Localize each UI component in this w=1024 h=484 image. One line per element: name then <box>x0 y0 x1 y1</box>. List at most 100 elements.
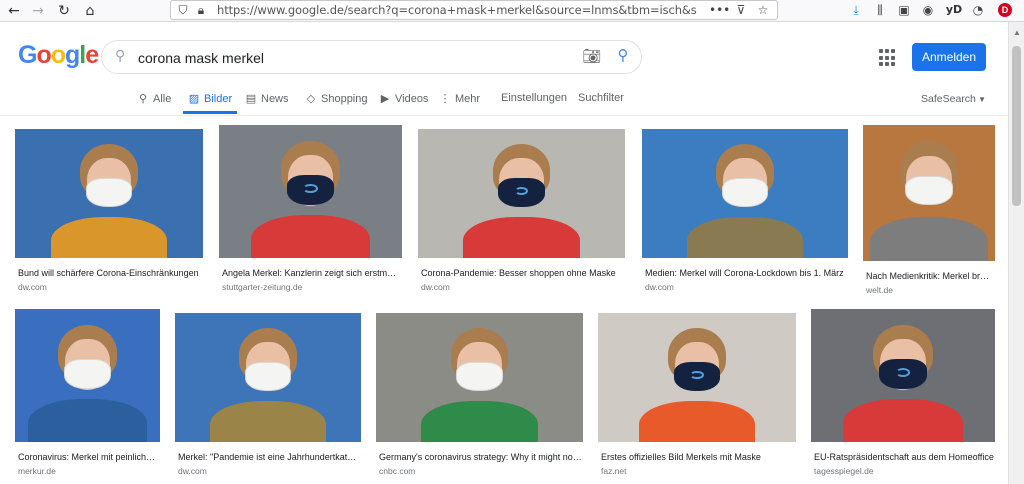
result-title[interactable]: Bund will schärfere Corona-Einschränkung… <box>18 268 202 278</box>
result-title[interactable]: Erstes offizielles Bild Merkels mit Mask… <box>601 452 795 462</box>
image-result[interactable]: Bund will schärfere Corona-Einschränkung… <box>15 129 203 292</box>
profile-badge[interactable]: D <box>998 3 1012 17</box>
person-figure <box>598 313 796 442</box>
shield-icon[interactable]: ⛉ <box>175 2 191 18</box>
result-thumbnail[interactable] <box>15 129 203 258</box>
person-figure <box>811 309 995 442</box>
bookmark-star-icon[interactable]: ☆ <box>755 2 771 18</box>
result-domain[interactable]: dw.com <box>645 282 674 292</box>
result-thumbnail[interactable] <box>863 125 995 261</box>
tab-alle[interactable]: ⚲ Alle <box>136 92 171 114</box>
search-input[interactable] <box>138 48 568 68</box>
account-icon[interactable]: ◉ <box>920 2 936 18</box>
tab-bilder[interactable]: ▨ Bilder <box>183 92 238 114</box>
sidebar-icon[interactable]: ▣ <box>896 2 912 18</box>
face-mask <box>456 361 503 391</box>
result-thumbnail[interactable] <box>418 129 625 258</box>
search-box[interactable]: ⚲ 📷︎ ⚲ <box>101 40 642 74</box>
result-domain[interactable]: tagesspiegel.de <box>814 466 874 476</box>
reload-icon[interactable]: ↻ <box>54 1 74 21</box>
back-icon[interactable]: ← <box>4 1 24 21</box>
result-title[interactable]: Corona-Pandemie: Besser shoppen ohne Mas… <box>421 268 624 278</box>
safesearch-label: SafeSearch <box>921 93 976 105</box>
result-title[interactable]: Nach Medienkritik: Merkel braucht länger <box>866 271 994 281</box>
play-icon: ▶ <box>380 92 390 105</box>
page-scrollbar[interactable]: ▲ <box>1008 22 1024 484</box>
image-result[interactable]: EU-Ratspräsidentschaft aus dem Homeoffic… <box>811 309 995 476</box>
tab-label: Bilder <box>204 93 233 105</box>
forward-icon[interactable]: → <box>28 1 48 21</box>
extension-icon[interactable]: ◔ <box>970 2 986 18</box>
image-result[interactable]: Merkel: "Pandemie ist eine Jahrhundertka… <box>175 313 361 476</box>
tab-einstellungen[interactable]: Einstellungen <box>501 92 567 114</box>
result-domain[interactable]: faz.net <box>601 466 627 476</box>
tab-suchfilter[interactable]: Suchfilter <box>578 92 624 114</box>
tab-label: Alle <box>153 93 172 105</box>
result-thumbnail[interactable] <box>175 313 361 442</box>
face-mask <box>721 177 769 207</box>
google-logo[interactable]: Google <box>18 41 99 70</box>
signin-button[interactable]: Anmelden <box>912 43 986 71</box>
result-title[interactable]: Germany's coronavirus strategy: Why it m… <box>379 452 582 462</box>
url-text[interactable]: https://www.google.de/search?q=corona+ma… <box>217 3 697 17</box>
face-mask <box>244 361 292 391</box>
image-result[interactable]: Nach Medienkritik: Merkel braucht länger… <box>863 125 995 295</box>
image-result[interactable]: Angela Merkel: Kanzlerin zeigt sich erst… <box>219 125 402 292</box>
image-result[interactable]: Erstes offizielles Bild Merkels mit Mask… <box>598 313 796 476</box>
result-thumbnail[interactable] <box>15 309 160 442</box>
download-icon[interactable]: ⤓ <box>848 2 864 18</box>
search-tabs: ⚲ Alle ▨ Bilder ▤ News ◇ Shopping ▶ Videos ⋮ M… <box>0 88 1008 116</box>
camera-icon[interactable]: 📷︎ <box>582 47 602 67</box>
person-figure <box>418 129 625 258</box>
tab-mehr[interactable]: ⋮ Mehr <box>438 92 481 114</box>
tab-videos[interactable]: ▶ Videos <box>378 92 429 114</box>
tab-label: Shopping <box>321 93 368 105</box>
tab-label: Videos <box>395 93 429 105</box>
tag-icon: ◇ <box>306 92 316 105</box>
image-result[interactable]: Medien: Merkel will Corona-Lockdown bis … <box>642 129 848 292</box>
tab-news[interactable]: ▤ News <box>244 92 289 114</box>
image-result[interactable]: Corona-Pandemie: Besser shoppen ohne Mas… <box>418 129 625 292</box>
caret-down-icon: ▼ <box>975 95 987 104</box>
scroll-up-icon[interactable]: ▲ <box>1013 28 1021 37</box>
result-title[interactable]: Coronavirus: Merkel mit peinlichem Fehle… <box>18 452 159 462</box>
result-thumbnail[interactable] <box>642 129 848 258</box>
result-domain[interactable]: dw.com <box>178 466 207 476</box>
result-title[interactable]: Angela Merkel: Kanzlerin zeigt sich erst… <box>222 268 401 278</box>
result-domain[interactable]: cnbc.com <box>379 466 415 476</box>
face-mask <box>673 361 721 391</box>
person-figure <box>175 313 361 442</box>
pocket-icon[interactable]: ⊽ <box>733 2 749 18</box>
lock-icon: 🔒︎ <box>197 3 205 17</box>
apps-grid-icon[interactable] <box>879 49 897 67</box>
image-result[interactable]: Coronavirus: Merkel mit peinlichem Fehle… <box>15 309 160 476</box>
result-thumbnail[interactable] <box>219 125 402 258</box>
more-actions-icon[interactable]: ••• <box>709 2 730 18</box>
result-title[interactable]: EU-Ratspräsidentschaft aus dem Homeoffic… <box>814 452 994 462</box>
browser-toolbar: ← → ↻ ⌂ ⛉ 🔒︎ https://www.google.de/searc… <box>0 0 1024 22</box>
search-submit-icon[interactable]: ⚲ <box>612 46 634 68</box>
tab-label: Einstellungen <box>501 92 568 104</box>
result-domain[interactable]: merkur.de <box>18 466 56 476</box>
face-mask <box>286 175 335 206</box>
library-icon[interactable]: ⫼ <box>872 2 888 18</box>
result-title[interactable]: Merkel: "Pandemie ist eine Jahrhundertka… <box>178 452 360 462</box>
home-icon[interactable]: ⌂ <box>80 1 100 21</box>
result-domain[interactable]: welt.de <box>866 285 893 295</box>
person-figure <box>376 313 583 442</box>
result-thumbnail[interactable] <box>376 313 583 442</box>
face-mask <box>498 177 545 207</box>
result-domain[interactable]: dw.com <box>18 282 47 292</box>
result-title[interactable]: Medien: Merkel will Corona-Lockdown bis … <box>645 268 847 278</box>
profile-initials[interactable]: yD <box>944 2 964 18</box>
tab-shopping[interactable]: ◇ Shopping <box>304 92 368 114</box>
result-domain[interactable]: stuttgarter-zeitung.de <box>222 282 302 292</box>
result-domain[interactable]: dw.com <box>421 282 450 292</box>
safesearch-menu[interactable]: SafeSearch ▼ <box>921 93 986 105</box>
result-thumbnail[interactable] <box>811 309 995 442</box>
address-bar[interactable]: ⛉ 🔒︎ https://www.google.de/search?q=coro… <box>170 0 778 20</box>
image-result[interactable]: Germany's coronavirus strategy: Why it m… <box>376 313 583 476</box>
result-thumbnail[interactable] <box>598 313 796 442</box>
scroll-thumb[interactable] <box>1012 46 1021 206</box>
news-icon: ▤ <box>245 92 257 105</box>
